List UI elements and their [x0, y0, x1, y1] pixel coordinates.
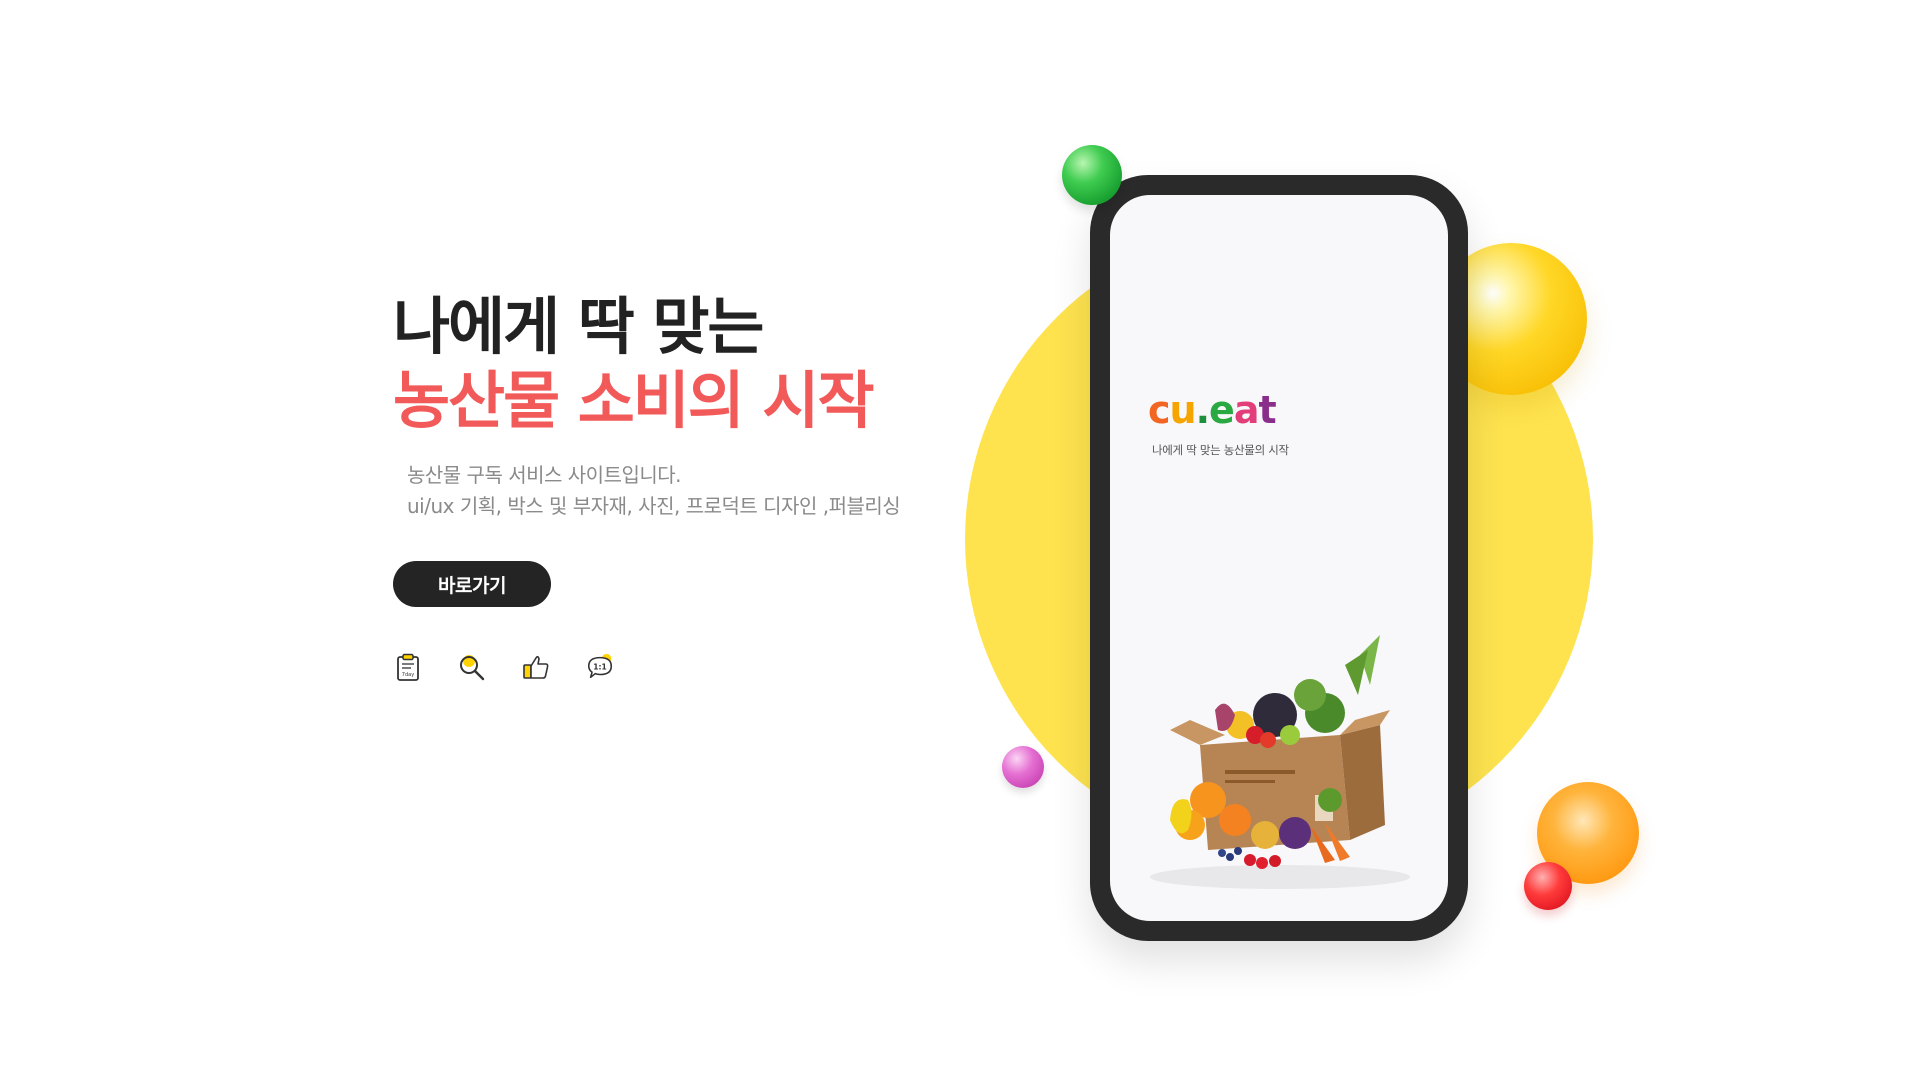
logo-letter-t: t — [1258, 388, 1276, 432]
clipboard-icon-text: 7day — [402, 672, 414, 678]
hero-description: 농산물 구독 서비스 사이트입니다. ui/ux 기획, 박스 및 부자재, 사… — [393, 460, 953, 522]
logo-letter-c: c — [1148, 388, 1171, 432]
hero-text-block: 나에게 딱 맞는 농산물 소비의 시작 농산물 구독 서비스 사이트입니다. u… — [393, 290, 953, 681]
chat-bubble-icon-text: 1:1 — [593, 662, 606, 671]
produce-box-image — [1150, 635, 1410, 889]
magnifier-icon[interactable] — [457, 652, 487, 682]
clipboard-icon[interactable]: 7day — [393, 652, 423, 682]
logo-dot: . — [1195, 388, 1210, 432]
pink-ball-decoration — [1002, 746, 1044, 788]
cueat-logo: cu.eat — [1148, 388, 1277, 432]
phone-screen: cu.eat 나에게 딱 맞는 농산물의 시작 — [1110, 195, 1448, 921]
thumbs-up-icon[interactable] — [521, 652, 551, 682]
headline-line-2: 농산물 소비의 시작 — [393, 364, 875, 437]
phone-tagline: 나에게 딱 맞는 농산물의 시작 — [1152, 443, 1289, 457]
feature-icon-row: 7day 1:1 — [393, 652, 615, 682]
description-line-1: 농산물 구독 서비스 사이트입니다. — [407, 463, 682, 487]
headline-line-1: 나에게 딱 맞는 — [393, 290, 764, 363]
hero-headline: 나에게 딱 맞는 농산물 소비의 시작 — [393, 290, 953, 438]
go-button[interactable]: 바로가기 — [393, 561, 551, 607]
description-line-2: ui/ux 기획, 박스 및 부자재, 사진, 프로덕트 디자인 ,퍼블리싱 — [407, 494, 901, 518]
phone-mockup: cu.eat 나에게 딱 맞는 농산물의 시작 — [1090, 175, 1468, 941]
chat-bubble-icon[interactable]: 1:1 — [585, 652, 615, 682]
hero-section: 나에게 딱 맞는 농산물 소비의 시작 농산물 구독 서비스 사이트입니다. u… — [0, 0, 1920, 1080]
green-ball-decoration — [1062, 145, 1122, 205]
logo-letter-e: e — [1209, 388, 1235, 432]
logo-letter-a: a — [1233, 388, 1260, 432]
logo-letter-u: u — [1169, 388, 1197, 432]
red-ball-decoration — [1524, 862, 1572, 910]
